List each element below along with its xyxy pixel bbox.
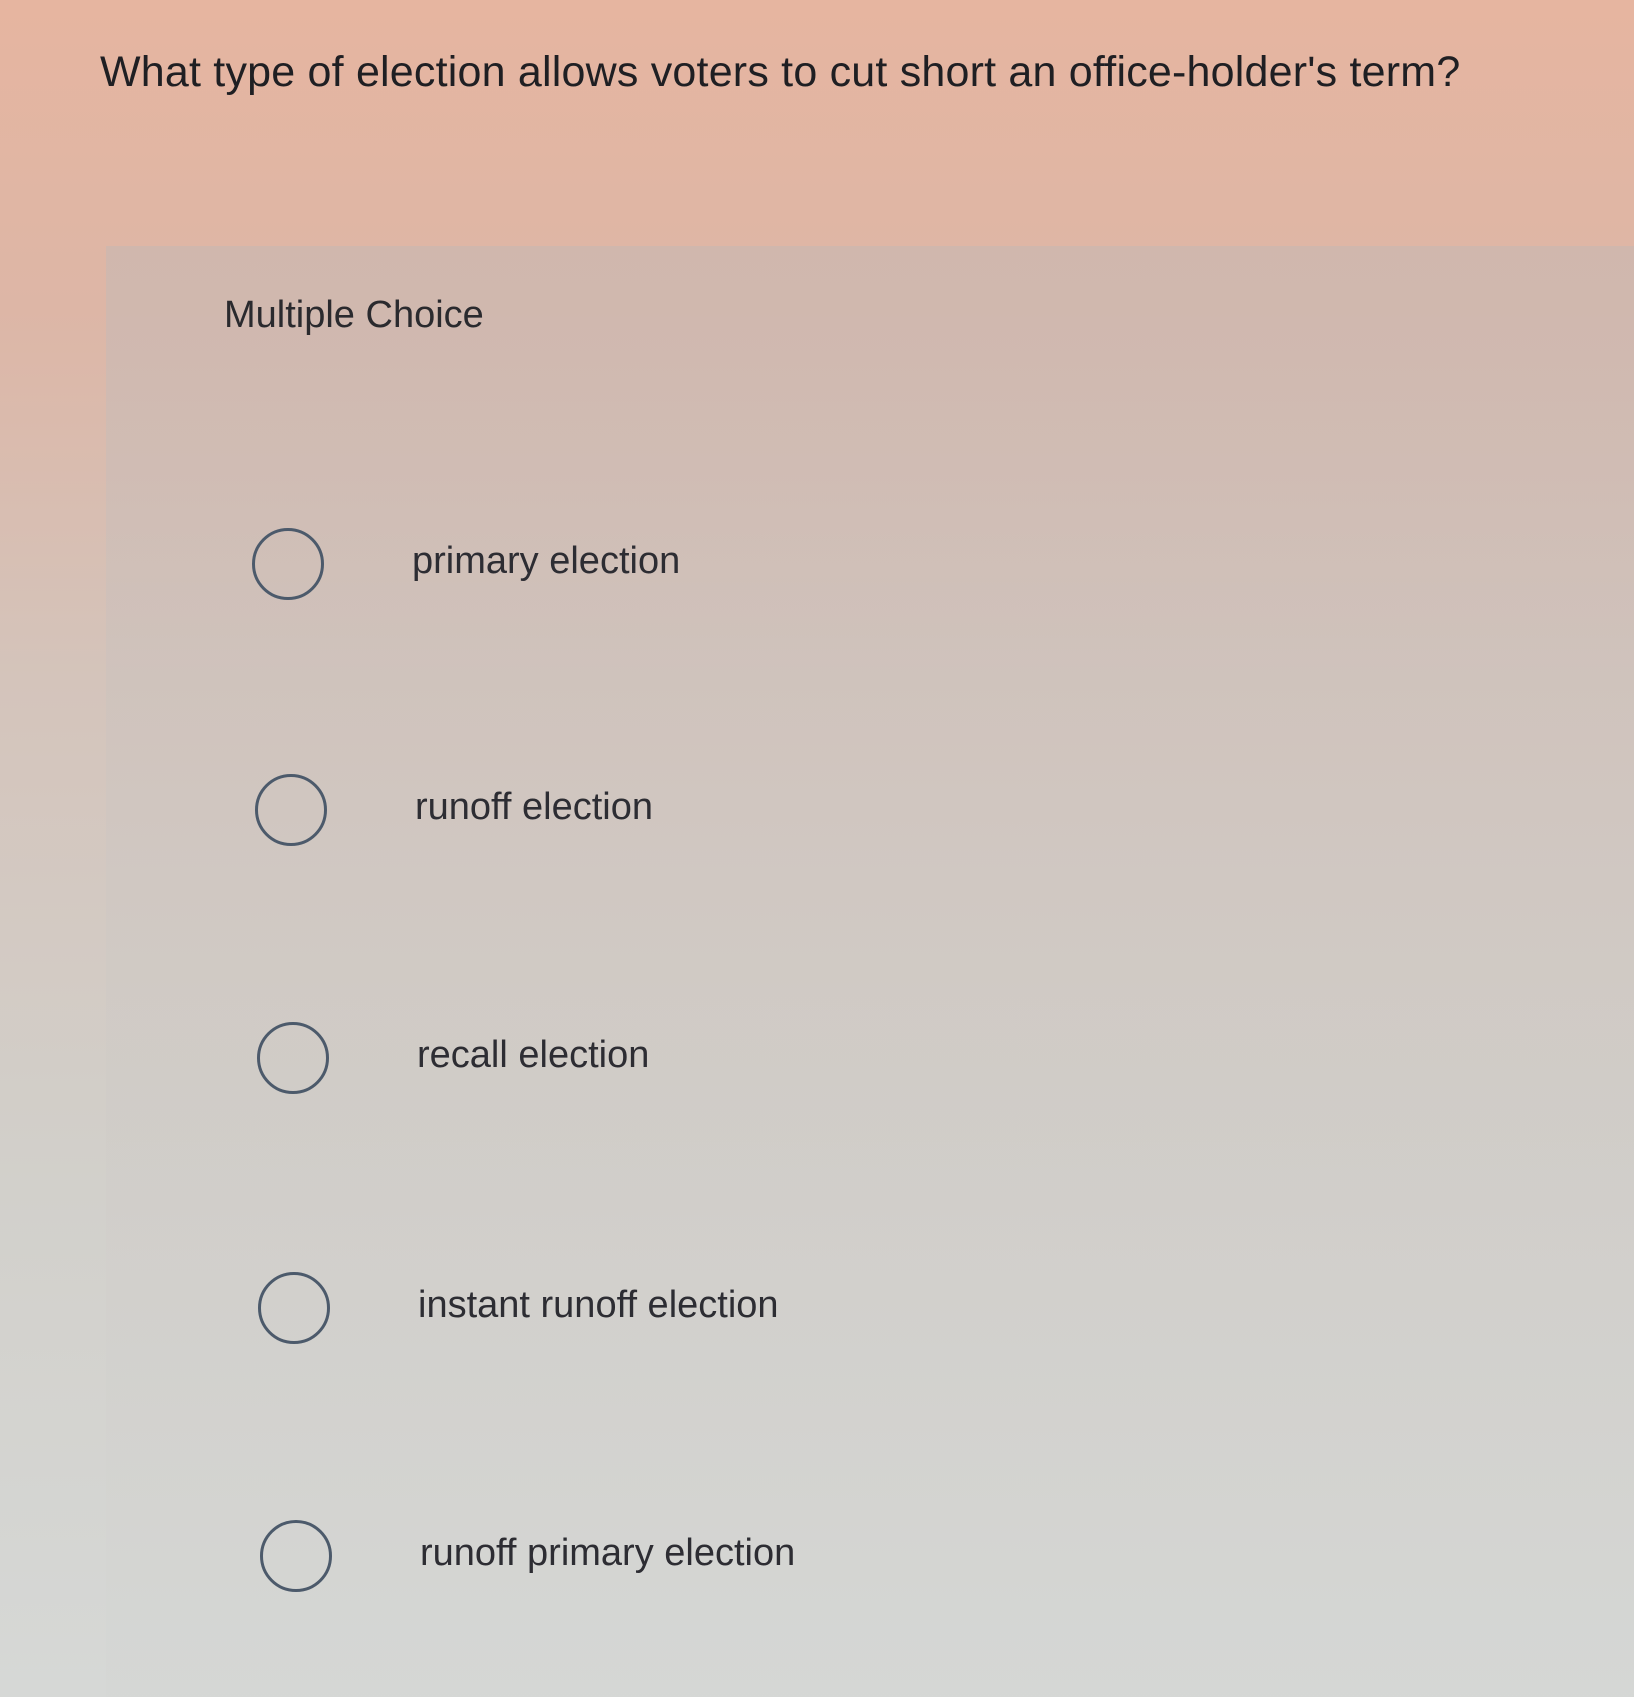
option-label: runoff election [415, 786, 654, 828]
radio-button[interactable] [257, 1022, 329, 1094]
answer-panel [106, 246, 1634, 1697]
radio-button[interactable] [255, 774, 327, 846]
option-label: primary election [412, 540, 681, 582]
option-label: recall election [417, 1034, 650, 1076]
radio-button[interactable] [260, 1520, 332, 1592]
radio-button[interactable] [252, 528, 324, 600]
question-type-label: Multiple Choice [224, 294, 484, 336]
radio-button[interactable] [258, 1272, 330, 1344]
option-label: instant runoff election [418, 1284, 779, 1326]
option-label: runoff primary election [420, 1532, 796, 1574]
question-text: What type of election allows voters to c… [100, 48, 1461, 96]
